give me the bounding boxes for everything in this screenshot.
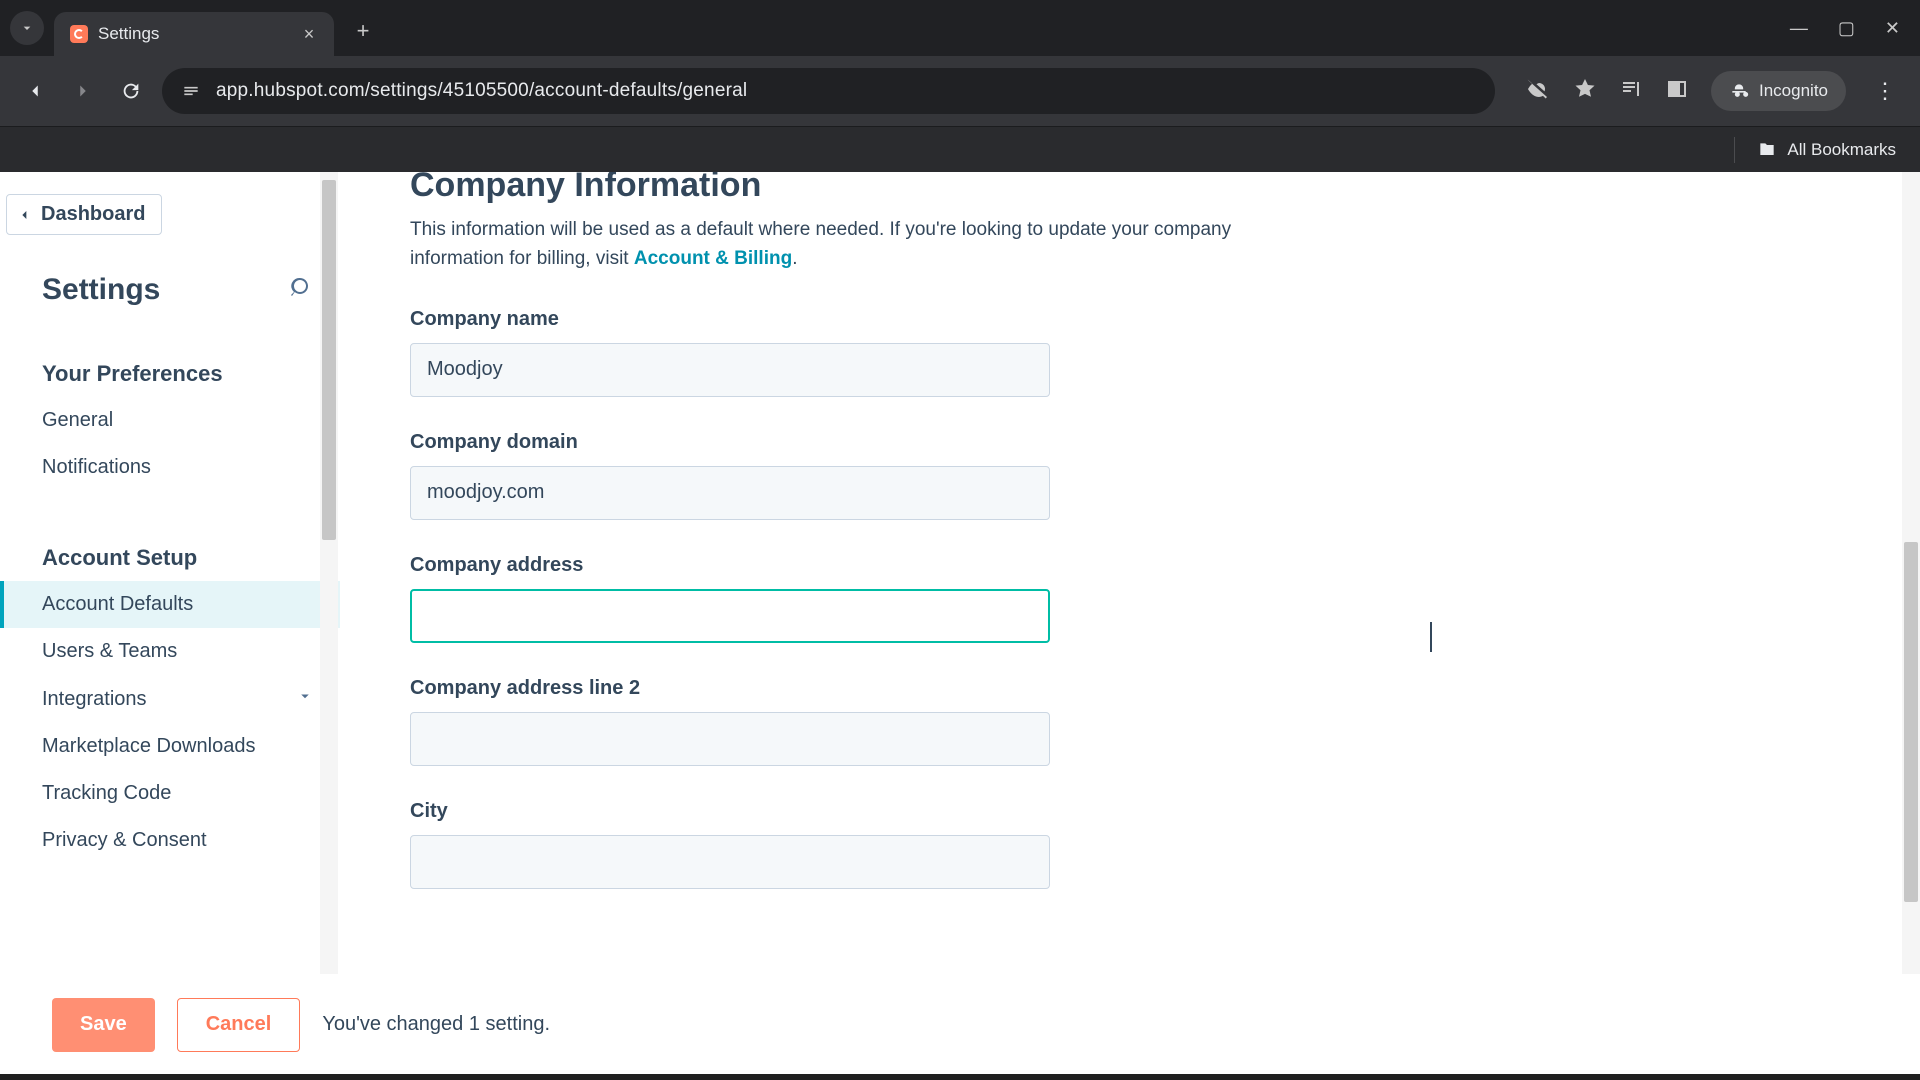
sidebar-scrollbar-thumb[interactable] — [322, 180, 336, 540]
tab-search-button[interactable] — [10, 11, 44, 45]
bookmarks-separator — [1734, 137, 1735, 163]
browser-tabstrip: Settings × + — ▢ ✕ — [0, 0, 1920, 56]
settings-sidebar: Dashboard Settings Your Preferences Gene… — [0, 172, 340, 1074]
window-controls: — ▢ ✕ — [1790, 18, 1910, 39]
main-scrollbar[interactable] — [1902, 172, 1920, 1074]
tab-title: Settings — [98, 24, 159, 44]
browser-tab-active[interactable]: Settings × — [54, 12, 334, 56]
window-close-button[interactable]: ✕ — [1885, 18, 1900, 39]
label-company-address: Company address — [410, 554, 1700, 577]
address-bar[interactable]: app.hubspot.com/settings/45105500/accoun… — [162, 68, 1495, 114]
input-company-domain[interactable] — [410, 466, 1050, 520]
nav-reload-button[interactable] — [114, 74, 148, 108]
sidebar-item-label: Marketplace Downloads — [42, 735, 255, 758]
all-bookmarks-label: All Bookmarks — [1787, 140, 1896, 160]
label-city: City — [410, 800, 1700, 823]
sidebar-item-integrations[interactable]: Integrations — [0, 675, 340, 723]
sidebar-item-label: Tracking Code — [42, 782, 171, 805]
incognito-chip[interactable]: Incognito — [1711, 71, 1846, 111]
sidebar-item-label: Account Defaults — [42, 593, 193, 616]
sidebar-item-marketplace-downloads[interactable]: Marketplace Downloads — [0, 723, 340, 770]
all-bookmarks-button[interactable]: All Bookmarks — [1757, 140, 1896, 160]
sidebar-item-label: Integrations — [42, 688, 147, 711]
tab-close-button[interactable]: × — [300, 25, 318, 43]
main-scrollbar-thumb[interactable] — [1904, 542, 1918, 902]
window-minimize-button[interactable]: — — [1790, 18, 1808, 39]
browser-menu-button[interactable]: ⋮ — [1868, 78, 1902, 104]
sidebar-item-account-defaults[interactable]: Account Defaults — [0, 581, 340, 628]
reading-list-icon[interactable] — [1619, 77, 1643, 106]
save-status-text: You've changed 1 setting. — [322, 1013, 550, 1036]
back-label: Dashboard — [41, 203, 145, 226]
incognito-label: Incognito — [1759, 81, 1828, 101]
site-settings-icon[interactable] — [180, 80, 202, 102]
nav-section-your-preferences: Your Preferences — [0, 307, 340, 397]
save-button[interactable]: Save — [52, 998, 155, 1052]
address-url: app.hubspot.com/settings/45105500/accoun… — [216, 80, 747, 102]
sidebar-item-privacy-consent[interactable]: Privacy & Consent — [0, 817, 340, 864]
label-company-name: Company name — [410, 308, 1700, 331]
nav-section-account-setup: Account Setup — [0, 491, 340, 581]
input-company-name[interactable] — [410, 343, 1050, 397]
save-bar: Save Cancel You've changed 1 setting. — [0, 974, 1920, 1074]
os-taskbar-edge — [0, 1074, 1920, 1080]
new-tab-button[interactable]: + — [346, 14, 380, 48]
bookmarks-bar: All Bookmarks — [0, 126, 1920, 172]
sidebar-item-notifications[interactable]: Notifications — [0, 444, 340, 491]
lead-text-post: . — [792, 248, 797, 269]
back-to-dashboard-button[interactable]: Dashboard — [6, 194, 162, 235]
sidebar-item-label: Users & Teams — [42, 640, 177, 663]
sidebar-item-label: General — [42, 409, 113, 432]
hubspot-favicon-icon — [70, 25, 88, 43]
nav-forward-button[interactable] — [66, 74, 100, 108]
settings-title: Settings — [42, 273, 160, 307]
sidebar-item-users-teams[interactable]: Users & Teams — [0, 628, 340, 675]
eye-off-icon[interactable] — [1527, 77, 1551, 106]
input-company-address[interactable] — [410, 589, 1050, 643]
address-actions: Incognito ⋮ — [1527, 71, 1902, 111]
side-panel-icon[interactable] — [1665, 77, 1689, 106]
sidebar-item-tracking-code[interactable]: Tracking Code — [0, 770, 340, 817]
cancel-button[interactable]: Cancel — [177, 998, 301, 1052]
label-company-domain: Company domain — [410, 431, 1700, 454]
nav-back-button[interactable] — [18, 74, 52, 108]
bookmark-star-icon[interactable] — [1573, 77, 1597, 106]
settings-main: Company Information This information wil… — [340, 172, 1920, 1074]
section-heading-company-information: Company Information — [410, 172, 1700, 205]
section-description: This information will be used as a defau… — [410, 215, 1330, 274]
chevron-down-icon — [296, 687, 314, 711]
account-billing-link[interactable]: Account & Billing — [634, 248, 792, 269]
input-company-address-2[interactable] — [410, 712, 1050, 766]
sidebar-item-label: Notifications — [42, 456, 151, 479]
browser-toolbar: app.hubspot.com/settings/45105500/accoun… — [0, 56, 1920, 126]
input-city[interactable] — [410, 835, 1050, 889]
sidebar-scrollbar[interactable]: ▼ — [320, 172, 338, 1074]
sidebar-item-general[interactable]: General — [0, 397, 340, 444]
page-viewport: Dashboard Settings Your Preferences Gene… — [0, 172, 1920, 1074]
sidebar-item-label: Privacy & Consent — [42, 829, 207, 852]
window-maximize-button[interactable]: ▢ — [1838, 18, 1855, 39]
lead-text: This information will be used as a defau… — [410, 219, 1231, 269]
label-company-address-2: Company address line 2 — [410, 677, 1700, 700]
settings-search-button[interactable] — [290, 276, 314, 305]
